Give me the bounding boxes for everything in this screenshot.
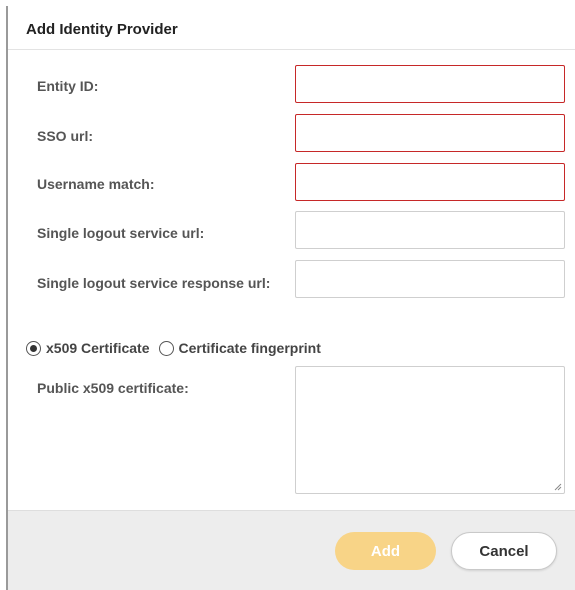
dialog-footer: Add Cancel (8, 510, 575, 590)
dialog-left-border (6, 6, 8, 590)
radio-option-fingerprint[interactable]: Certificate fingerprint (158, 340, 321, 356)
radio-option-x509[interactable]: x509 Certificate (26, 340, 150, 356)
sso-url-input[interactable] (295, 114, 565, 152)
slo-url-input[interactable] (295, 211, 565, 249)
radio-fingerprint-label[interactable]: Certificate fingerprint (179, 340, 321, 356)
public-cert-textarea[interactable] (295, 366, 565, 494)
entity-id-input[interactable] (295, 65, 565, 103)
slo-url-label: Single logout service url: (37, 225, 205, 241)
username-match-label: Username match: (37, 176, 155, 192)
slo-response-url-input[interactable] (295, 260, 565, 298)
radio-checked-icon[interactable] (26, 340, 41, 356)
radio-unchecked-icon[interactable] (158, 340, 174, 356)
slo-response-url-label: Single logout service response url: (37, 275, 271, 291)
cancel-button[interactable]: Cancel (451, 532, 557, 570)
radio-x509-label[interactable]: x509 Certificate (46, 340, 150, 356)
resize-grip-icon[interactable] (554, 483, 562, 491)
sso-url-label: SSO url: (37, 128, 94, 144)
dialog-header: Add Identity Provider (8, 6, 575, 50)
add-identity-provider-dialog: Add Identity Provider Entity ID: SSO url… (0, 0, 575, 590)
dialog-title: Add Identity Provider (26, 21, 178, 38)
add-button[interactable]: Add (335, 532, 436, 570)
entity-id-label: Entity ID: (37, 78, 99, 94)
certificate-type-radio-group: x509 Certificate Certificate fingerprint (26, 338, 330, 358)
username-match-input[interactable] (295, 163, 565, 201)
public-cert-label: Public x509 certificate: (37, 380, 189, 396)
